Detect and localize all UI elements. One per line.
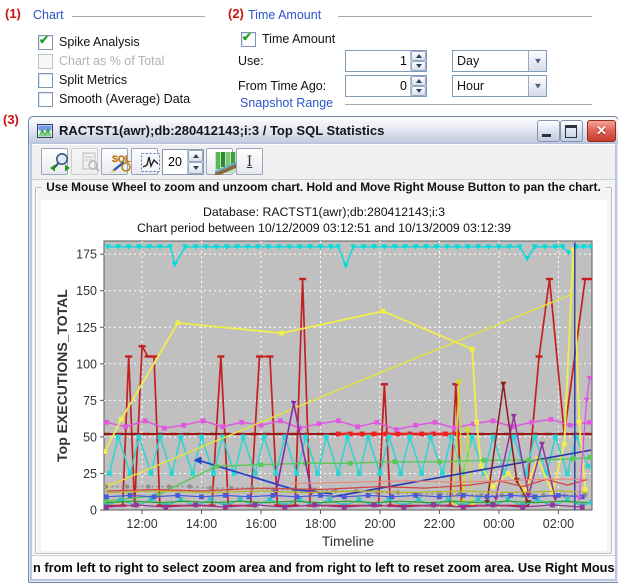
chevron-down-icon[interactable] <box>528 51 546 71</box>
svg-text:0: 0 <box>90 504 97 518</box>
spin-up-button[interactable] <box>411 76 426 86</box>
chart-style-icon <box>213 150 238 175</box>
minimize-button[interactable] <box>537 120 560 142</box>
use-amount-spinner[interactable] <box>345 50 427 72</box>
from-time-ago-spinner[interactable] <box>345 75 427 97</box>
snapshot-range-title: Snapshot Range <box>240 96 333 110</box>
svg-text:50: 50 <box>83 430 97 444</box>
checkbox-spike-analysis[interactable]: Spike Analysis <box>38 34 140 50</box>
use-unit-value: Day <box>453 54 528 68</box>
chart-panel[interactable]: Database: RACTST1(awr);db:280412143;i:3 … <box>41 200 607 551</box>
spin-up-button[interactable] <box>411 51 426 61</box>
svg-text:25: 25 <box>83 467 97 481</box>
view-report-button[interactable] <box>71 148 98 175</box>
checkbox-box[interactable] <box>38 92 53 107</box>
svg-text:02:00: 02:00 <box>543 517 574 531</box>
snapshot-range-separator <box>345 104 592 105</box>
interval-button[interactable]: I <box>236 148 263 175</box>
screenshot-root: (1) Chart Spike Analysis Chart as % of T… <box>0 0 618 583</box>
checkbox-box[interactable] <box>38 35 53 50</box>
spike-analysis-chart[interactable]: 0 25 50 75 100 125 150 175 12:00 14:00 16:00 18:00 2… <box>41 237 607 549</box>
checkbox-split-metrics[interactable]: Split Metrics <box>38 72 127 88</box>
window-body: SQL <box>32 144 615 579</box>
checkbox-time-amount[interactable]: Time Amount <box>241 31 335 47</box>
time-amount-group-title: Time Amount <box>248 8 321 22</box>
checkbox-label: Split Metrics <box>59 73 127 87</box>
checkbox-label: Time Amount <box>262 32 335 46</box>
checkbox-box[interactable] <box>38 73 53 88</box>
svg-text:00:00: 00:00 <box>483 517 514 531</box>
svg-text:175: 175 <box>76 248 97 262</box>
from-time-ago-input[interactable] <box>346 76 410 96</box>
checkbox-box[interactable] <box>38 54 53 69</box>
checkbox-label: Chart as % of Total <box>59 54 164 68</box>
spin-down-button[interactable] <box>188 162 203 174</box>
from-time-ago-unit-value: Hour <box>453 79 528 93</box>
show-sql-icon: SQL <box>108 150 133 175</box>
window-titlebar[interactable]: RACTST1(awr);db:280412143;i:3 / Top SQL … <box>29 117 618 144</box>
close-icon: ✕ <box>588 121 615 141</box>
top-n-input[interactable] <box>163 150 187 174</box>
chevron-down-icon[interactable] <box>528 76 546 96</box>
spin-down-button[interactable] <box>411 86 426 96</box>
svg-text:Timeline: Timeline <box>322 533 375 549</box>
spin-buttons <box>410 76 426 96</box>
from-time-ago-unit-dropdown[interactable]: Hour <box>452 75 547 97</box>
checkbox-label: Spike Analysis <box>59 35 140 49</box>
use-unit-dropdown[interactable]: Day <box>452 50 547 72</box>
top-n-spinner[interactable] <box>162 149 204 175</box>
chart-group-separator <box>72 16 205 17</box>
window-icon <box>37 123 53 139</box>
svg-text:100: 100 <box>76 357 97 371</box>
section-2-marker: (2) <box>228 6 244 21</box>
svg-text:16:00: 16:00 <box>245 517 276 531</box>
spin-down-button[interactable] <box>411 61 426 71</box>
svg-text:12:00: 12:00 <box>126 517 157 531</box>
chart-title: Database: RACTST1(awr);db:280412143;i:3 <box>41 205 607 219</box>
svg-text:14:00: 14:00 <box>186 517 217 531</box>
section-3-marker: (3) <box>3 112 19 127</box>
use-label: Use: <box>238 54 264 68</box>
checkbox-smooth-average-data[interactable]: Smooth (Average) Data <box>38 91 190 107</box>
zoom-reset-button[interactable] <box>41 148 68 175</box>
interval-icon: I <box>243 150 256 174</box>
top-sql-window: RACTST1(awr);db:280412143;i:3 / Top SQL … <box>28 116 618 583</box>
status-text: n from left to right to select zoom area… <box>33 560 615 575</box>
chart-toolbar: SQL <box>32 144 615 180</box>
show-sql-button[interactable]: SQL <box>101 148 128 175</box>
section-1-marker: (1) <box>5 6 21 21</box>
checkbox-chart-percent-total[interactable]: Chart as % of Total <box>38 53 164 69</box>
spin-up-button[interactable] <box>188 150 203 162</box>
spin-buttons <box>187 150 203 174</box>
view-report-icon <box>78 150 103 175</box>
spin-buttons <box>410 51 426 71</box>
svg-text:150: 150 <box>76 284 97 298</box>
svg-text:Top EXECUTIONS_TOTAL: Top EXECUTIONS_TOTAL <box>54 289 70 462</box>
chart-group-title: Chart <box>33 8 64 22</box>
checkbox-label: Smooth (Average) Data <box>59 92 190 106</box>
spike-chart-icon <box>138 150 163 175</box>
svg-text:18:00: 18:00 <box>305 517 336 531</box>
window-title: RACTST1(awr);db:280412143;i:3 / Top SQL … <box>59 123 384 138</box>
checkbox-box[interactable] <box>241 32 256 47</box>
use-amount-input[interactable] <box>346 51 410 71</box>
spike-chart-button[interactable] <box>131 148 158 175</box>
chart-style-button[interactable] <box>206 148 233 175</box>
zoom-reset-icon <box>48 150 73 175</box>
maximize-button[interactable] <box>560 120 583 142</box>
minimize-icon <box>542 134 551 137</box>
status-bar: n from left to right to select zoom area… <box>32 555 615 579</box>
chart-subtitle: Chart period between 10/12/2009 03:12:51… <box>41 221 607 235</box>
chart-hint-text: Use Mouse Wheel to zoom and unzoom chart… <box>41 180 605 194</box>
from-time-ago-label: From Time Ago: <box>238 79 326 93</box>
svg-text:22:00: 22:00 <box>424 517 455 531</box>
svg-text:125: 125 <box>76 321 97 335</box>
close-button[interactable]: ✕ <box>587 120 616 142</box>
maximize-icon <box>565 125 577 138</box>
time-amount-separator <box>338 16 592 17</box>
svg-text:20:00: 20:00 <box>364 517 395 531</box>
svg-text:75: 75 <box>83 394 97 408</box>
